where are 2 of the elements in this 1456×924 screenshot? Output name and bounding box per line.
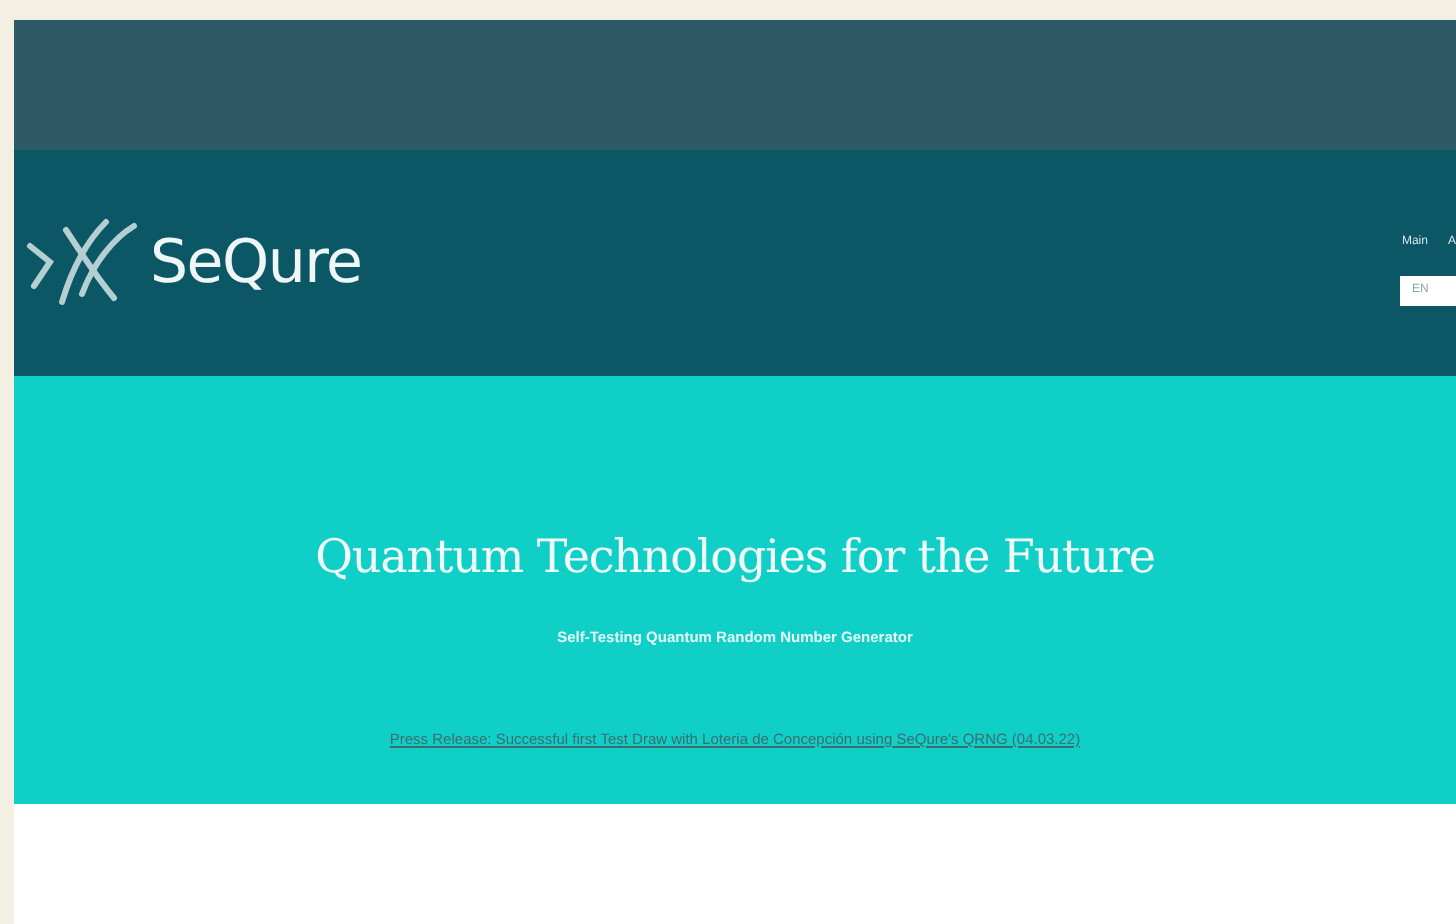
logo-text: SeQure — [150, 226, 362, 302]
hero-title: Quantum Technologies for the Future — [315, 530, 1155, 588]
